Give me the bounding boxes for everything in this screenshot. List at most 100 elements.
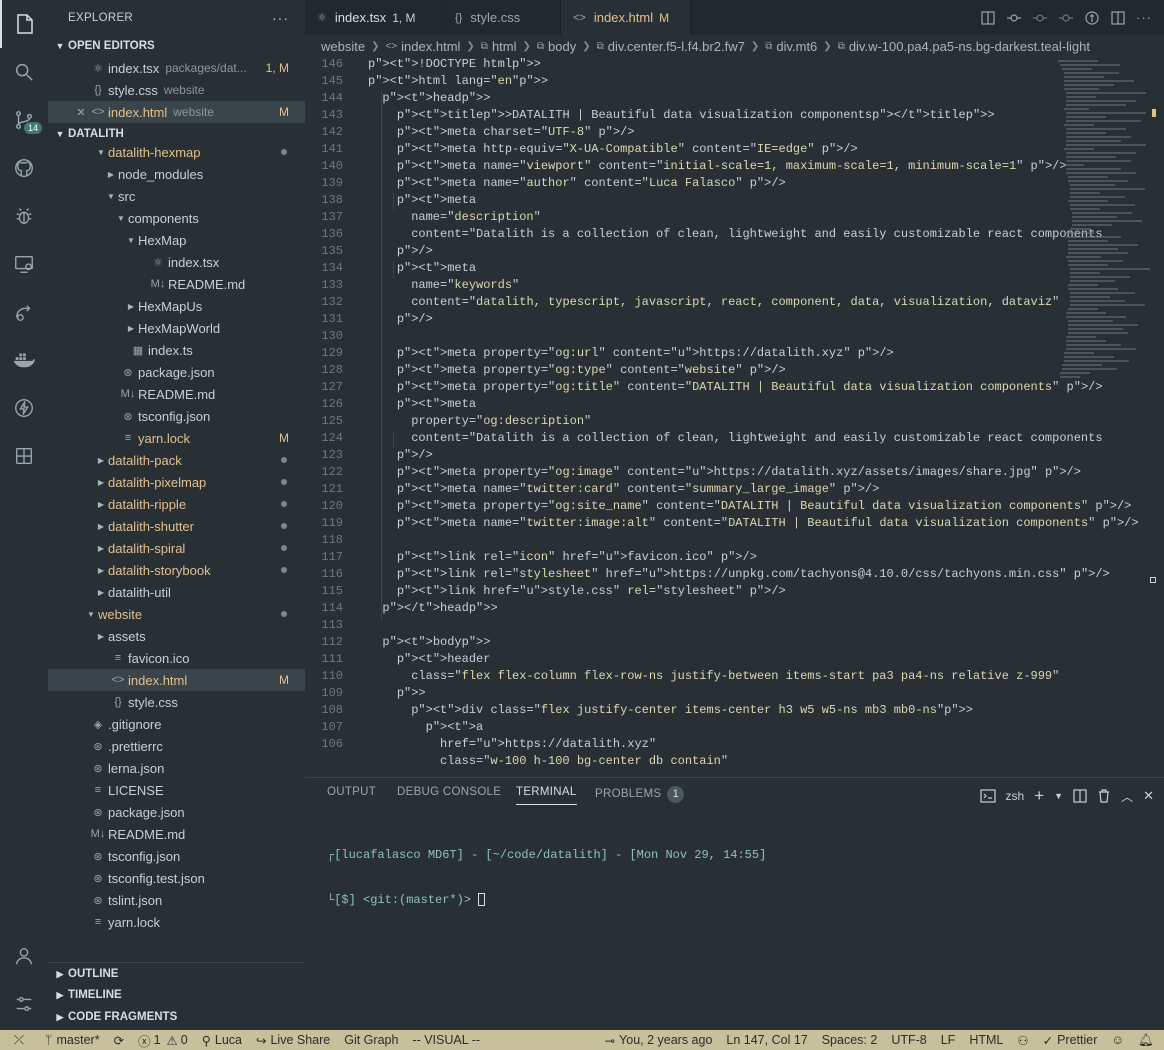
- live-share-button[interactable]: ↪ Live Share: [249, 1030, 337, 1050]
- branch-indicator[interactable]: ᛘ master*: [38, 1030, 107, 1050]
- open-editors-header[interactable]: ▼ OPEN EDITORS: [48, 35, 305, 57]
- indentation[interactable]: Spaces: 2: [815, 1030, 885, 1050]
- add-terminal-icon[interactable]: +: [1034, 786, 1044, 806]
- more-actions-icon[interactable]: ···: [272, 10, 289, 26]
- remote-explorer-icon[interactable]: [0, 240, 48, 288]
- code-line[interactable]: p"><t">meta http-equiv="X-UA-Compatible"…: [368, 142, 858, 156]
- tree-file[interactable]: M↓ README.md: [48, 823, 305, 845]
- tree-folder[interactable]: ▼ datalith-hexmap: [48, 141, 305, 163]
- lightning-icon[interactable]: [0, 384, 48, 432]
- live-share-icon[interactable]: [0, 288, 48, 336]
- problems-indicator[interactable]: ⓧ 1 ⚠ 0: [131, 1030, 195, 1050]
- encoding[interactable]: UTF-8: [884, 1030, 933, 1050]
- breadcrumb-item[interactable]: index.html: [401, 39, 460, 54]
- tree-file[interactable]: ≡ yarn.lock M: [48, 427, 305, 449]
- explorer-icon[interactable]: [0, 0, 48, 48]
- terminal-shell-label[interactable]: zsh: [1006, 789, 1025, 803]
- tree-file[interactable]: ≡ LICENSE: [48, 779, 305, 801]
- split-terminal-icon[interactable]: [1073, 789, 1087, 803]
- tab-style-css[interactable]: {} style.css: [443, 0, 561, 35]
- open-editor-item-active[interactable]: ✕ <> index.html website M: [48, 101, 305, 123]
- git-previous-icon[interactable]: [1030, 8, 1050, 28]
- code-line[interactable]: content="datalith, typescript, javascrip…: [368, 295, 1059, 309]
- tree-file[interactable]: ⊛ package.json: [48, 361, 305, 383]
- code-line[interactable]: p"><t">div class="flex justify-center it…: [368, 703, 973, 717]
- code-line[interactable]: p">/>: [368, 448, 433, 462]
- code-line[interactable]: content="Datalith is a collection of cle…: [368, 227, 1102, 241]
- close-icon[interactable]: ✕: [74, 106, 88, 119]
- tree-folder[interactable]: ▶ datalith-storybook: [48, 559, 305, 581]
- open-editor-item[interactable]: {} style.css website: [48, 79, 305, 101]
- timeline-section[interactable]: ▶ TIMELINE: [48, 984, 305, 1006]
- code-line[interactable]: property="og:description": [368, 414, 591, 428]
- code-line[interactable]: p"><t">bodyp">>: [368, 635, 490, 649]
- code-line[interactable]: p"><t">link rel="stylesheet" href="u">ht…: [368, 567, 1110, 581]
- notifications-button[interactable]: 🔔︎: [1131, 1030, 1164, 1050]
- settings-icon[interactable]: [0, 980, 48, 1028]
- tree-folder[interactable]: ▶ node_modules: [48, 163, 305, 185]
- end-of-line[interactable]: LF: [934, 1030, 963, 1050]
- tab-terminal[interactable]: TERMINAL: [516, 786, 577, 805]
- code-line[interactable]: p"><t">link rel="icon" href="u">favicon.…: [368, 550, 757, 564]
- code-line[interactable]: p"><t">a: [368, 720, 484, 734]
- code-line[interactable]: p"><t">titlep">>DATALITH | Beautiful dat…: [368, 108, 995, 122]
- tree-folder[interactable]: ▼ website: [48, 603, 305, 625]
- tree-file[interactable]: ◈ .gitignore: [48, 713, 305, 735]
- tree-file[interactable]: M↓ README.md: [48, 383, 305, 405]
- tree-folder[interactable]: ▶ datalith-pixelmap: [48, 471, 305, 493]
- breadcrumb-item[interactable]: div.center.f5-l.f4.br2.fw7: [608, 39, 745, 54]
- debug-icon[interactable]: [0, 192, 48, 240]
- code-line[interactable]: p"><t">meta property="og:site_name" cont…: [368, 499, 1132, 513]
- tab-output[interactable]: OUTPUT: [327, 786, 376, 804]
- copilot-button[interactable]: ⚇: [1010, 1030, 1035, 1050]
- remote-indicator[interactable]: ⤫: [0, 1030, 38, 1050]
- git-blame[interactable]: ⊸ You, 2 years ago: [598, 1030, 720, 1050]
- tree-folder[interactable]: ▶ datalith-spiral: [48, 537, 305, 559]
- code-line[interactable]: p"><t">link href="u">style.css" rel="sty…: [368, 584, 786, 598]
- code-line[interactable]: p"><t">meta: [368, 397, 476, 411]
- code-line[interactable]: p"><t">!DOCTYPE htmlp">>: [368, 57, 541, 71]
- tree-file[interactable]: M↓ README.md: [48, 273, 305, 295]
- tree-file[interactable]: ≡ yarn.lock: [48, 911, 305, 933]
- code-editor[interactable]: 146 145 144 143 142 141 140 139 138 137 136 135 134 1…: [305, 57, 1164, 777]
- search-icon[interactable]: [0, 48, 48, 96]
- source-control-icon[interactable]: 14: [0, 96, 48, 144]
- code-line[interactable]: class="w-100 h-100 bg-center db contain": [368, 754, 728, 768]
- tree-folder[interactable]: ▶ HexMapWorld: [48, 317, 305, 339]
- breadcrumb-item[interactable]: website: [321, 39, 365, 54]
- terminal-output[interactable]: ┌[lucafalasco MD6T] - [~/code/datalith] …: [327, 818, 766, 938]
- tree-file[interactable]: ≡ favicon.ico: [48, 647, 305, 669]
- breadcrumb-item[interactable]: html: [492, 39, 517, 54]
- tab-index-tsx[interactable]: ⚛ index.tsx 1, M: [305, 0, 443, 35]
- code-line[interactable]: p"><t">meta: [368, 193, 476, 207]
- code-line[interactable]: p"><t">meta name="author" content="Luca …: [368, 176, 786, 190]
- sync-button[interactable]: ⟳: [107, 1030, 131, 1050]
- code-line[interactable]: p"><t">meta property="og:image" content=…: [368, 465, 1081, 479]
- code-line[interactable]: p"><t">html lang="en"p">>: [368, 74, 548, 88]
- tree-folder[interactable]: ▼ HexMap: [48, 229, 305, 251]
- minimap[interactable]: [1054, 57, 1154, 777]
- tree-file[interactable]: ▦ index.ts: [48, 339, 305, 361]
- more-icon[interactable]: ···: [1134, 8, 1154, 28]
- open-changes-icon[interactable]: [1082, 8, 1102, 28]
- code-line[interactable]: p"><t">meta name="twitter:image:alt" con…: [368, 516, 1139, 530]
- code-line[interactable]: p"><t">meta name="twitter:card" content=…: [368, 482, 880, 496]
- tree-folder[interactable]: ▶ datalith-shutter: [48, 515, 305, 537]
- docker-icon[interactable]: [0, 336, 48, 384]
- code-line[interactable]: class="flex flex-column flex-row-ns just…: [368, 669, 1059, 683]
- tree-folder[interactable]: ▼ components: [48, 207, 305, 229]
- tree-file[interactable]: ⊛ tsconfig.json: [48, 845, 305, 867]
- tree-file[interactable]: ⊛ package.json: [48, 801, 305, 823]
- code-line[interactable]: href="u">https://datalith.xyz": [368, 737, 656, 751]
- code-line[interactable]: p">>: [368, 686, 426, 700]
- code-line[interactable]: content="Datalith is a collection of cle…: [368, 431, 1102, 445]
- code-line[interactable]: name="keywords": [368, 278, 519, 292]
- close-panel-icon[interactable]: ✕: [1143, 788, 1154, 804]
- cursor-position[interactable]: Ln 147, Col 17: [719, 1030, 814, 1050]
- code-line[interactable]: p">/>: [368, 312, 433, 326]
- git-commit-icon[interactable]: [1004, 8, 1024, 28]
- tree-file[interactable]: {} style.css: [48, 691, 305, 713]
- code-line[interactable]: name="description": [368, 210, 541, 224]
- code-line[interactable]: p"><t">meta property="og:title" content=…: [368, 380, 1103, 394]
- code-line[interactable]: p"><t">meta property="og:url" content="u…: [368, 346, 894, 360]
